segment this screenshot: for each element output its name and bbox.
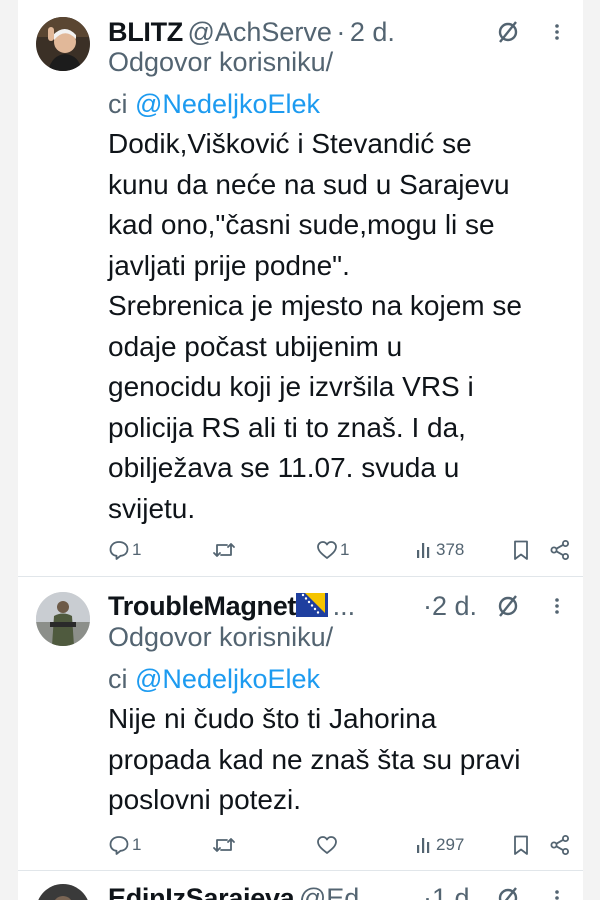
tweet-meta: ·1 d. — [423, 878, 477, 900]
share-button[interactable] — [549, 830, 571, 860]
flag-bosnia-icon — [296, 593, 329, 617]
like-count: 1 — [340, 540, 350, 559]
reply-count: 1 — [132, 835, 142, 854]
more-options-icon[interactable] — [550, 18, 564, 46]
bookmark-icon — [514, 835, 528, 855]
tweet-feed: BLITZ @AchServe · 2 d. Odgovor korisniku… — [18, 0, 583, 900]
tweet-actions: 1 297 — [108, 830, 578, 860]
reply-label-line1: Odgovor korisniku/ — [108, 622, 334, 652]
heart-icon — [317, 541, 337, 559]
avatar-blitz[interactable] — [36, 17, 90, 71]
tweet-meta: ·2 d. — [423, 586, 477, 626]
reply-label-line1: Odgovor korisniku/ — [108, 47, 334, 77]
bookmark-button[interactable] — [511, 535, 531, 565]
view-count: 378 — [436, 540, 465, 559]
tweet-1[interactable]: BLITZ @AchServe · 2 d. Odgovor korisniku… — [18, 12, 583, 572]
grok-icon[interactable] — [496, 884, 520, 900]
retweet-button[interactable] — [212, 535, 236, 565]
tweet-text: Dodik,Višković i Stevandić se kunu da ne… — [108, 128, 522, 524]
tweet-text: Nije ni čudo što ti Jahorina propada kad… — [108, 703, 521, 815]
reply-mention-link[interactable]: @NedeljkoElek — [135, 664, 320, 694]
retweet-button[interactable] — [212, 830, 236, 860]
tweet-actions: 1 1 378 — [108, 535, 578, 565]
avatar-troublemagnet[interactable] — [36, 592, 90, 646]
reply-mention-link[interactable]: @NedeljkoElek — [135, 89, 320, 119]
reply-button[interactable]: 1 — [108, 535, 141, 565]
view-count: 297 — [436, 835, 465, 854]
more-options-icon[interactable] — [550, 884, 564, 900]
avatar-edinizsarajeva[interactable] — [36, 884, 90, 900]
reply-context: Odgovor korisniku/ ci @NedeljkoElek — [108, 41, 408, 125]
share-icon — [550, 540, 569, 560]
display-name[interactable]: EdinIzSarajeva — [108, 883, 295, 900]
views-button[interactable]: 378 — [414, 535, 464, 565]
retweet-icon — [213, 838, 235, 852]
share-icon — [550, 835, 569, 855]
heart-icon — [317, 836, 337, 854]
reply-icon — [109, 836, 129, 855]
retweet-icon — [213, 543, 235, 557]
separator-dot: · — [423, 591, 432, 621]
reply-context: Odgovor korisniku/ ci @NedeljkoElek — [108, 616, 408, 700]
reply-button[interactable]: 1 — [108, 830, 141, 860]
more-options-icon[interactable] — [550, 592, 564, 620]
grok-icon[interactable] — [496, 592, 520, 620]
user-handle[interactable]: @Ed... — [299, 883, 382, 900]
tweet-divider — [18, 870, 583, 871]
tweet-2[interactable]: TroubleMagnet ... ·2 d. Odgovor korisnik… — [18, 586, 583, 866]
reply-icon — [109, 541, 129, 560]
grok-icon[interactable] — [496, 18, 520, 46]
reply-label-line2: ci — [108, 664, 128, 694]
like-button[interactable] — [316, 830, 338, 860]
bookmark-button[interactable] — [511, 830, 531, 860]
views-icon — [417, 543, 430, 558]
share-button[interactable] — [549, 535, 571, 565]
reply-count: 1 — [132, 540, 142, 559]
views-button[interactable]: 297 — [414, 830, 464, 860]
tweet-divider — [18, 576, 583, 577]
views-icon — [417, 838, 430, 853]
reply-label-line2: ci — [108, 89, 128, 119]
like-button[interactable]: 1 — [316, 535, 349, 565]
separator-dot: · — [423, 883, 432, 900]
tweet-3[interactable]: EdinIzSarajeva @Ed... ·1 d. — [18, 878, 583, 900]
tweet-time[interactable]: 1 d. — [432, 883, 477, 900]
tweet-time[interactable]: 2 d. — [432, 591, 477, 621]
bookmark-icon — [514, 540, 528, 560]
